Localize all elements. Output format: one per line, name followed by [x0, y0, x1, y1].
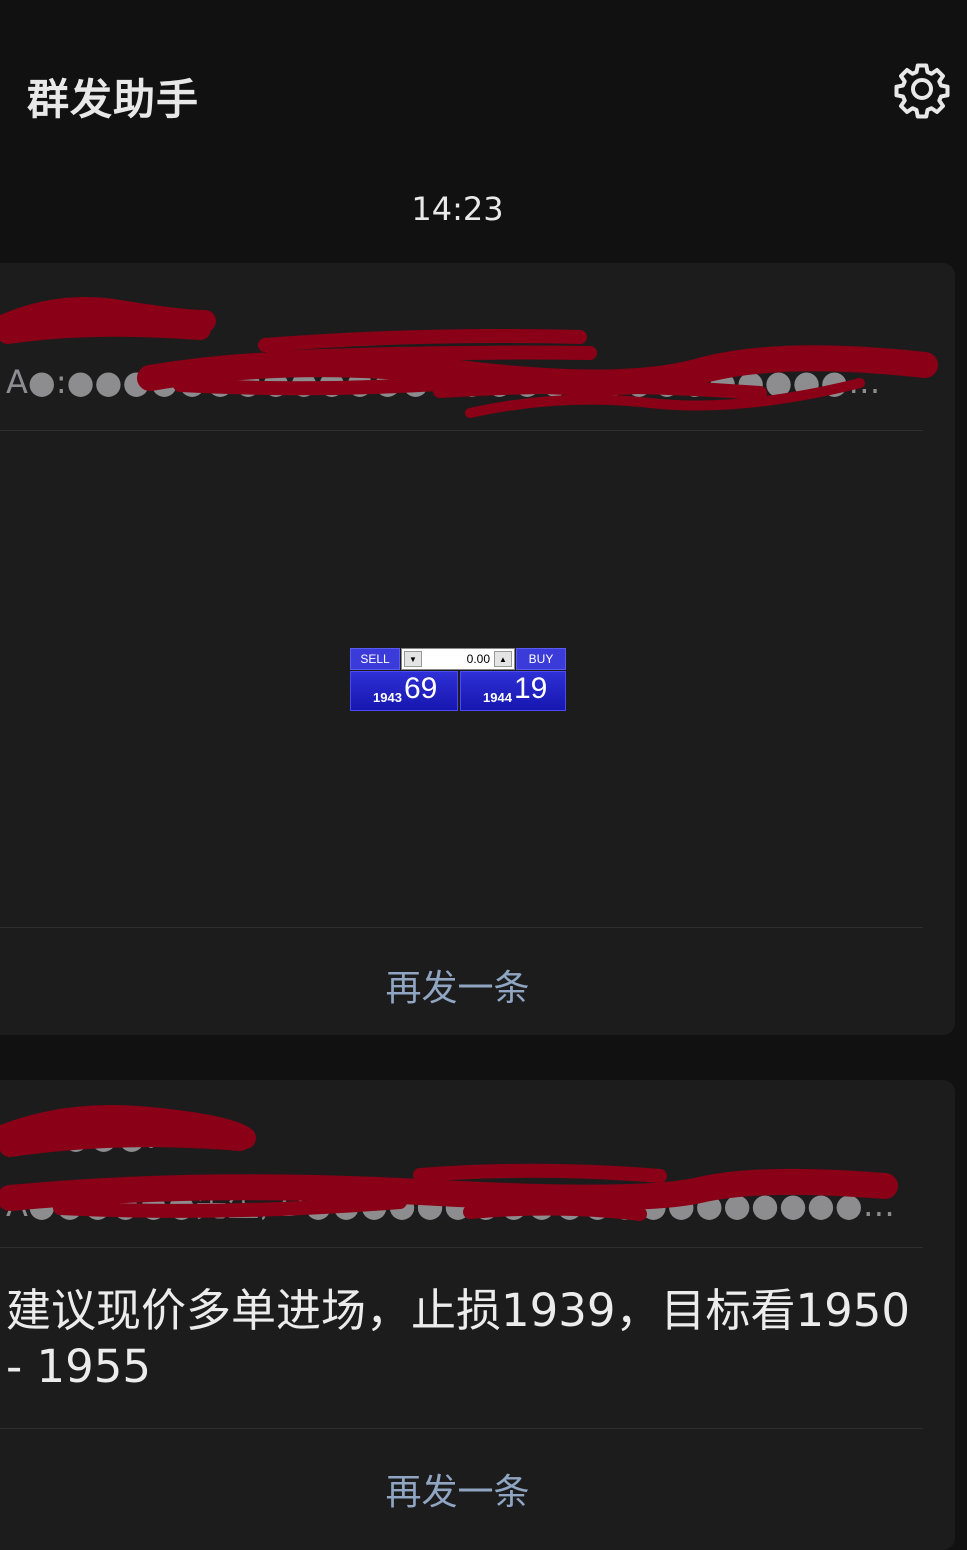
message-timestamp: 14:23 [411, 190, 504, 228]
sender-line: ●●●●●: [6, 301, 157, 339]
spin-down-icon: ▼ [404, 651, 422, 667]
spin-up-icon: ▲ [494, 651, 512, 667]
broadcast-card: ●●●●●: A●:●●●●●●●●●●●●●●●●●●●●●●●●●●●●●●… [0, 263, 955, 1035]
divider [0, 1247, 923, 1248]
buy-price-pips: 19 [514, 672, 548, 705]
sell-price-prefix: 1943 [373, 690, 402, 705]
recipients-line: A●●●●●●先生, D●●●●●●●●●●●●●●●●●●●●●●●●●●●●… [6, 1186, 896, 1224]
gear-icon[interactable] [892, 59, 952, 119]
lot-spinner: ▼ 0.00 ▲ [401, 648, 515, 670]
buy-price-prefix: 1944 [483, 690, 512, 705]
recipients-line: A●:●●●●●●●●●●●●●●●●●●●●●●●●●●●●●●●●●●●●●… [6, 363, 896, 401]
resend-button[interactable]: 再发一条 [0, 1463, 915, 1515]
buy-price: 1944 19 [460, 671, 566, 711]
divider [0, 430, 923, 431]
redaction-scribble [0, 297, 938, 418]
divider [0, 927, 923, 928]
sell-price: 1943 69 [350, 671, 458, 711]
sell-label: SELL [350, 648, 400, 670]
recipients-header[interactable]: ●●●●●: A●:●●●●●●●●●●●●●●●●●●●●●●●●●●●●●●… [0, 263, 938, 431]
page-title: 群发助手 [27, 75, 200, 124]
lot-value: 0.00 [466, 652, 490, 666]
trade-widget-image[interactable]: SELL ▼ 0.00 ▲ BUY 1943 69 1944 19 [350, 648, 566, 711]
broadcast-card: ●●●●●: A●●●●●●先生, D●●●●●●●●●●●●●●●●●●●●●… [0, 1080, 955, 1550]
buy-label: BUY [516, 648, 566, 670]
recipients-header[interactable]: ●●●●●: A●●●●●●先生, D●●●●●●●●●●●●●●●●●●●●●… [0, 1080, 923, 1248]
sell-price-pips: 69 [404, 672, 438, 705]
divider [0, 1428, 923, 1429]
app-header: 群发助手 [0, 0, 967, 180]
message-text: 建议现价多单进场，止损1939，目标看1950 - 1955 [6, 1284, 911, 1393]
sender-line: ●●●●●: [6, 1118, 157, 1156]
resend-button[interactable]: 再发一条 [0, 959, 915, 1011]
